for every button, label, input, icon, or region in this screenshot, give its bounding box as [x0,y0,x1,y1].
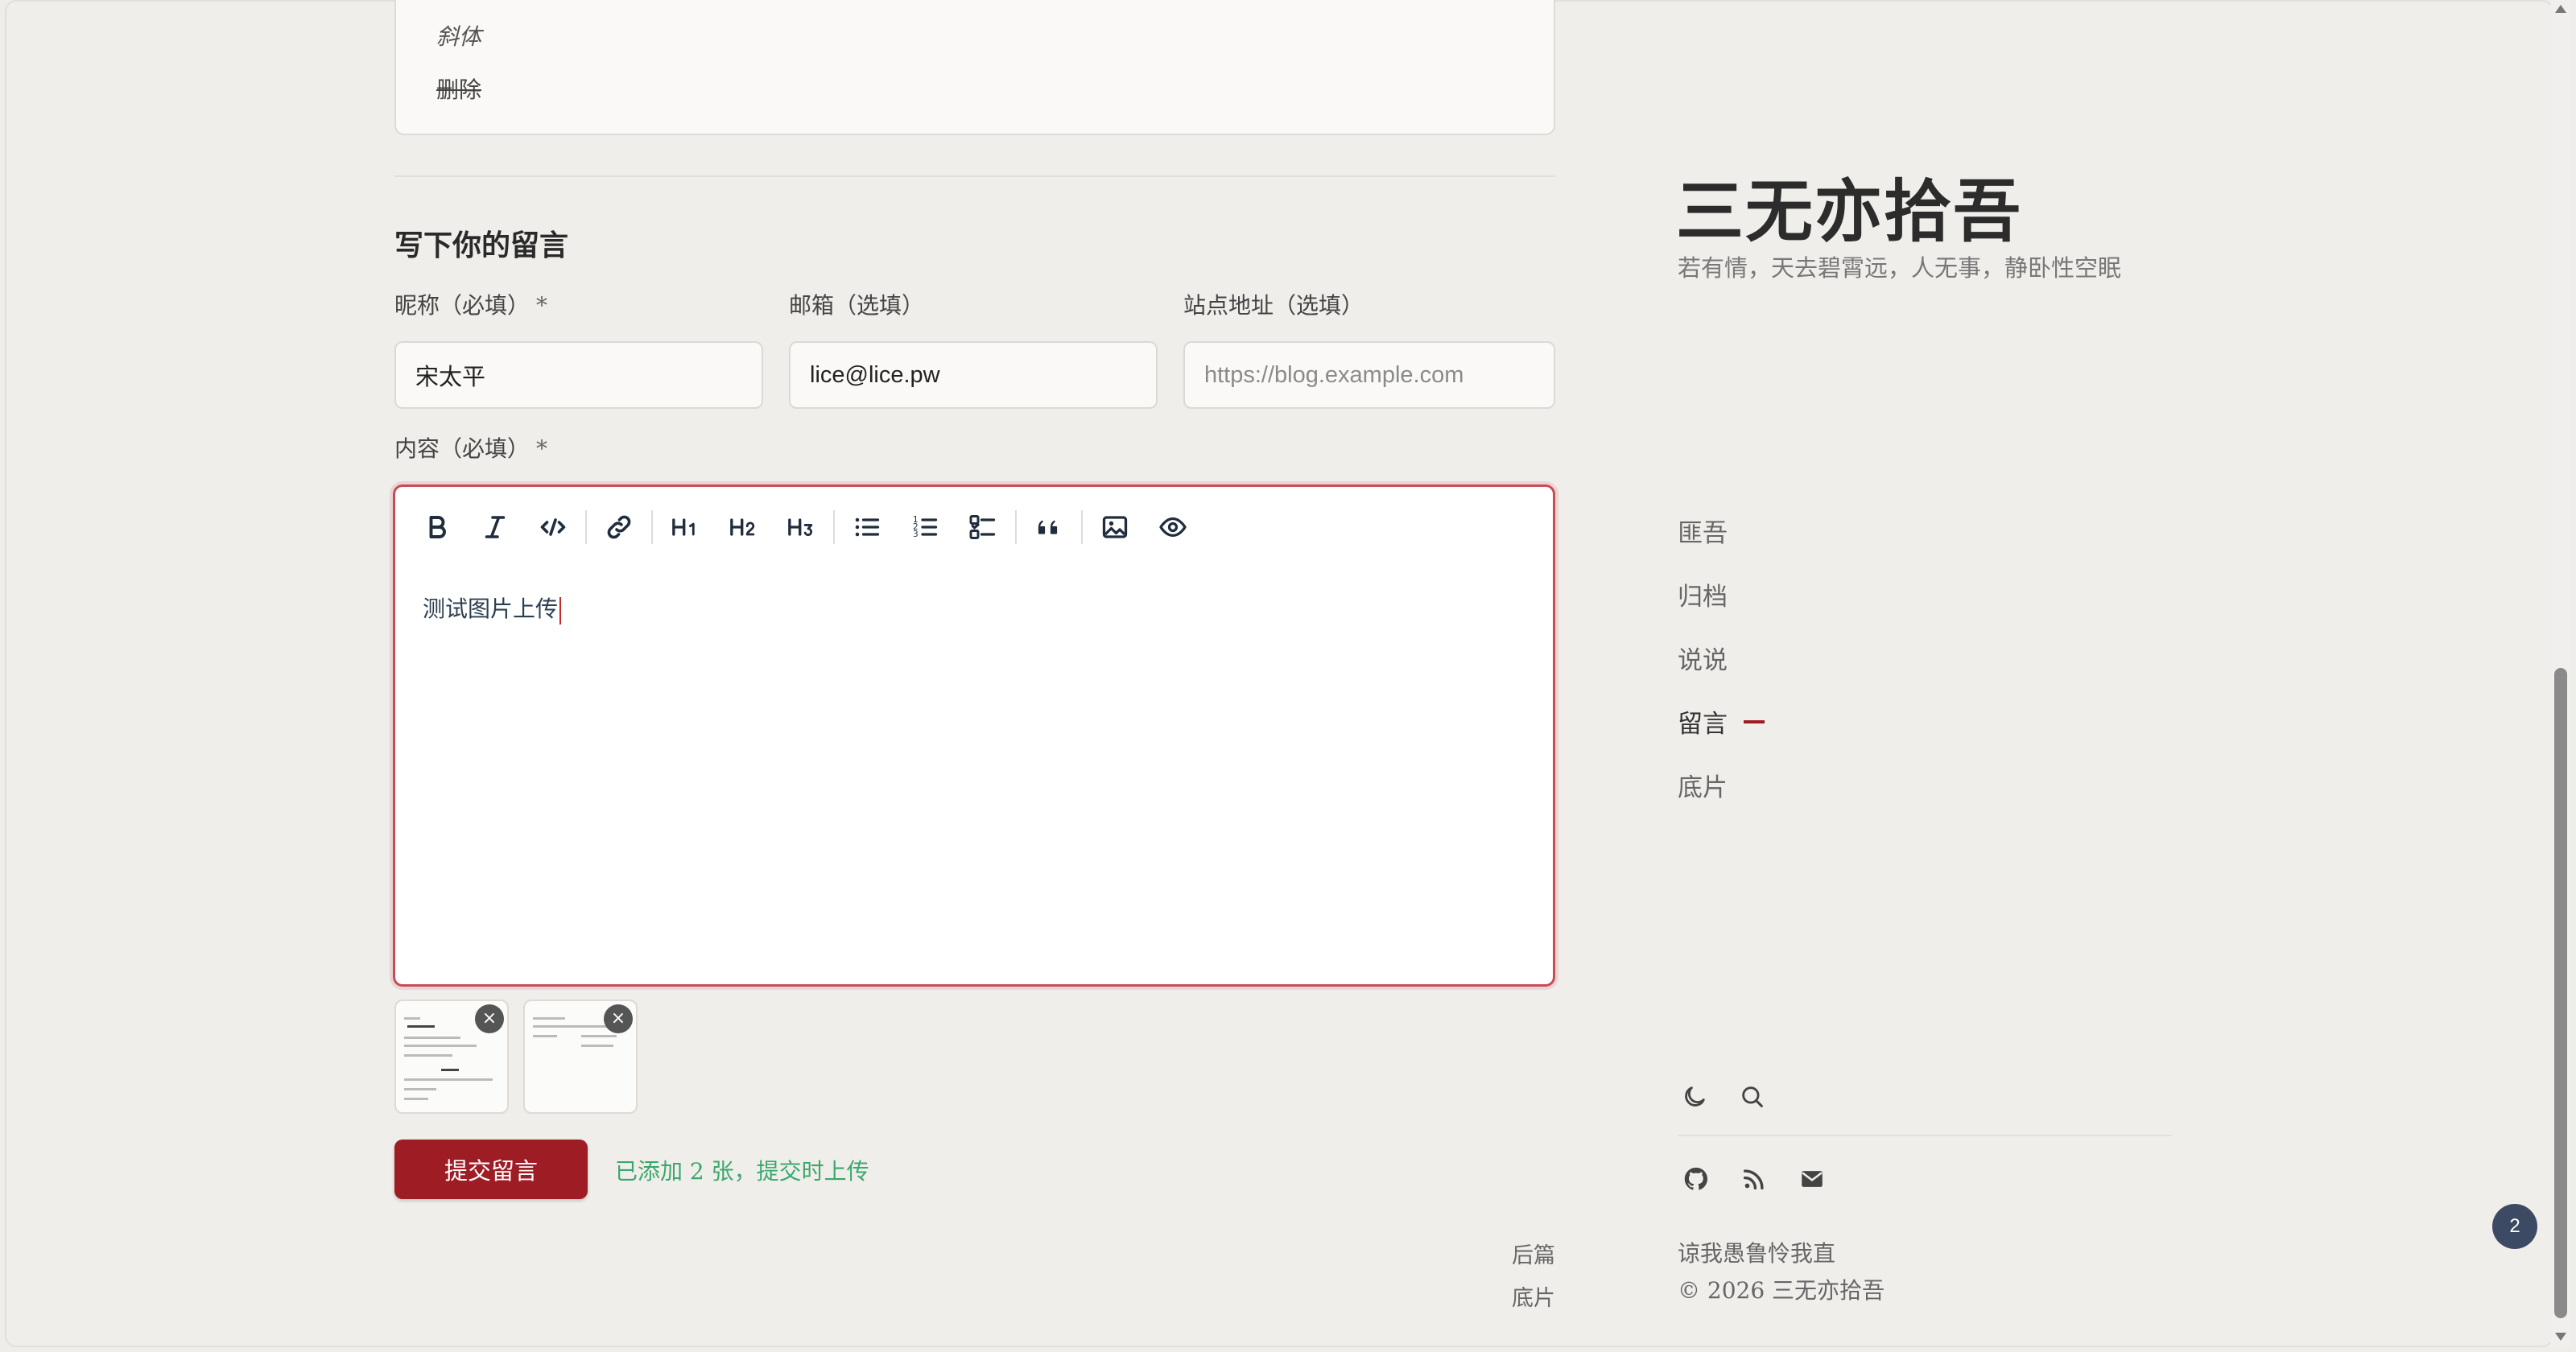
scrollbar-thumb[interactable] [2554,668,2567,1318]
markdown-help-card: 斜体 删除 [394,0,1555,135]
scroll-up-arrow-icon[interactable] [2555,5,2566,13]
comment-form-title: 写下你的留言 [394,229,569,262]
toolbar-separator [651,510,653,544]
sidebar-menu: 匪吾 归档 说说 留言 底片 [1678,499,1765,817]
heading-1-icon[interactable] [656,505,714,550]
site-title[interactable]: 三无亦拾吾 [1676,158,2022,255]
attachment-thumbnail[interactable]: × [394,1000,509,1114]
unordered-list-icon[interactable] [838,505,896,550]
website-label: 站点地址（选填） [1183,292,1364,319]
site-tagline: 若有情，天去碧霄远，人无事，静卧性空眠 [1678,254,2122,282]
sidebar-item-film[interactable]: 底片 [1678,753,1765,817]
github-icon[interactable] [1682,1165,1710,1196]
website-input[interactable]: https://blog.example.com [1183,341,1555,409]
heading-2-icon[interactable] [714,505,772,550]
toolbar-separator [1081,510,1083,544]
nickname-label: 昵称（必填） * [394,292,548,319]
social-links [1682,1165,1826,1196]
ordered-list-icon[interactable]: 123 [896,505,954,550]
section-divider [394,175,1555,177]
strikethrough-example: 删除 [436,76,482,103]
next-post-title: 底片 [1512,1286,1555,1311]
copyright-text: © 2026 三无亦拾吾 [1678,1277,1885,1304]
task-list-icon[interactable] [954,505,1012,550]
nickname-input[interactable]: 宋太平 [394,341,763,409]
scroll-down-arrow-icon[interactable] [2555,1333,2566,1341]
quote-icon[interactable] [1020,505,1078,550]
content-label: 内容（必填） * [394,435,548,462]
toolbar-separator [833,510,835,544]
page-scrollbar[interactable] [2550,0,2571,1347]
italic-icon[interactable] [466,505,524,550]
email-input[interactable]: lice@lice.pw [789,341,1158,409]
upload-status-text: 已添加 2 张，提交时上传 [615,1158,869,1185]
rss-icon[interactable] [1740,1165,1768,1196]
editor-content[interactable]: 测试图片上传 [423,592,562,624]
sidebar-item-about[interactable]: 匪吾 [1678,499,1765,563]
email-label: 邮箱（选填） [789,292,925,319]
attachment-thumbnail[interactable]: × [523,1000,638,1114]
utility-icons [1681,1083,1766,1114]
toolbar-separator [1015,510,1017,544]
toolbar-separator [585,510,587,544]
bold-icon[interactable] [408,505,466,550]
italic-example: 斜体 [436,23,482,50]
active-indicator [1744,719,1765,723]
image-icon[interactable] [1086,505,1144,550]
submit-comment-button[interactable]: 提交留言 [394,1140,588,1199]
notification-badge[interactable]: 2 [2492,1204,2537,1249]
sidebar-item-archive[interactable]: 归档 [1678,563,1765,626]
moon-icon[interactable] [1681,1083,1708,1114]
code-icon[interactable] [524,505,582,550]
link-icon[interactable] [590,505,648,550]
sidebar-item-guestbook[interactable]: 留言 [1678,690,1765,753]
svg-text:3: 3 [913,530,919,539]
search-icon[interactable] [1739,1083,1766,1114]
sidebar-divider [1678,1135,2172,1136]
heading-3-icon[interactable] [772,505,830,550]
editor-toolbar: 123 [408,505,1202,550]
remove-attachment-button[interactable]: × [604,1004,633,1033]
sidebar-item-moments[interactable]: 说说 [1678,626,1765,690]
next-post-link[interactable]: 后篇 底片 [1481,1238,1555,1323]
markdown-editor[interactable]: 123 测试图片上传 [393,484,1555,987]
text-caret [559,596,562,624]
mail-icon[interactable] [1798,1165,1826,1196]
next-post-label: 后篇 [1512,1243,1555,1268]
preview-eye-icon[interactable] [1144,505,1202,550]
remove-attachment-button[interactable]: × [475,1004,504,1033]
footer-quote: 谅我愚鲁怜我直 [1678,1240,1836,1267]
